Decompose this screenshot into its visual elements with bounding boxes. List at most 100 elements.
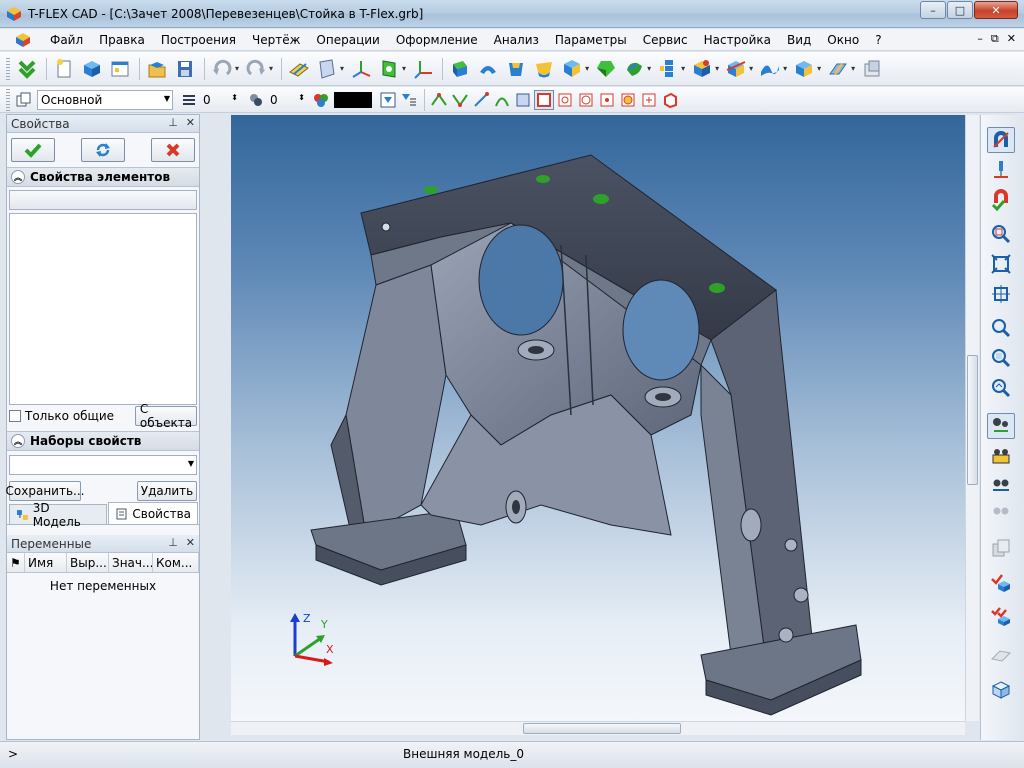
menu-annotation[interactable]: Оформление [388, 29, 486, 51]
pin-icon[interactable]: ⊥ [168, 536, 178, 549]
body-operation-icon[interactable] [689, 56, 715, 82]
from-object-button[interactable]: С объекта [135, 402, 197, 430]
only-common-checkbox[interactable] [9, 410, 21, 422]
select-views-icon[interactable] [660, 90, 680, 110]
menu-drawing[interactable]: Чертёж [244, 29, 308, 51]
workplane-icon[interactable] [286, 56, 312, 82]
vertical-scrollbar[interactable] [965, 115, 979, 721]
command-prompt[interactable]: > [8, 747, 18, 761]
column-expression[interactable]: Выр... [67, 553, 109, 572]
menu-help[interactable]: ? [867, 29, 889, 51]
palette-icon[interactable] [311, 90, 331, 110]
cancel-button[interactable] [151, 138, 195, 162]
close-icon[interactable]: ✕ [186, 116, 195, 129]
rotate-view-icon[interactable] [987, 413, 1015, 439]
tab-3d-model[interactable]: 3D Модель [9, 501, 108, 529]
3d-node-icon[interactable] [348, 56, 374, 82]
orbit-view-icon[interactable] [987, 473, 1015, 499]
color-swatch[interactable] [334, 91, 372, 108]
property-set-select[interactable]: ▼ [9, 455, 197, 475]
sweep-icon[interactable] [531, 56, 557, 82]
loft-icon[interactable] [503, 56, 529, 82]
mdi-close-button[interactable]: ✕ [1007, 32, 1016, 46]
zoom-out-icon[interactable] [987, 345, 1015, 371]
menu-settings[interactable]: Настройка [696, 29, 779, 51]
check-body-icon[interactable] [987, 569, 1015, 595]
undo-icon[interactable] [209, 56, 235, 82]
copy-view-icon[interactable] [987, 535, 1015, 561]
section-plane-icon[interactable] [987, 643, 1015, 669]
maximize-button[interactable]: □ [947, 1, 973, 19]
profile-plane-icon[interactable] [314, 56, 340, 82]
menu-analysis[interactable]: Анализ [486, 29, 547, 51]
element-type-select[interactable] [9, 190, 197, 210]
close-icon[interactable]: ✕ [186, 536, 195, 549]
extrude-icon[interactable] [447, 56, 473, 82]
menu-file[interactable]: Файл [42, 29, 91, 51]
3d-profile-icon[interactable] [376, 56, 402, 82]
menu-parameters[interactable]: Параметры [547, 29, 635, 51]
zoom-previous-icon[interactable] [987, 375, 1015, 401]
select-nodes-icon[interactable] [618, 90, 638, 110]
select-fragments-icon[interactable] [576, 90, 596, 110]
ok-button[interactable] [11, 138, 55, 162]
menu-edit[interactable]: Правка [91, 29, 153, 51]
zoom-in-icon[interactable] [987, 315, 1015, 341]
select-vertices-icon[interactable] [450, 90, 470, 110]
pin-snap-icon[interactable] [987, 157, 1015, 183]
spin-icon[interactable]: ⬍ [231, 93, 238, 102]
pin-icon[interactable]: ⊥ [168, 116, 178, 129]
select-operations-icon[interactable] [555, 90, 575, 110]
select-all-icon[interactable] [639, 90, 659, 110]
save-file-icon[interactable] [172, 56, 198, 82]
open-file-icon[interactable] [144, 56, 170, 82]
redo-icon[interactable] [243, 56, 269, 82]
solid-box-icon[interactable] [791, 56, 817, 82]
horizontal-scroll-thumb[interactable] [523, 723, 681, 734]
select-edges-icon[interactable] [429, 90, 449, 110]
minimize-button[interactable]: – [920, 1, 946, 19]
new-3d-model-icon[interactable] [79, 56, 105, 82]
layer-select[interactable]: Основной ▼ [37, 89, 173, 110]
select-loops-icon[interactable] [597, 90, 617, 110]
menu-construct[interactable]: Построения [153, 29, 244, 51]
document-icon[interactable] [14, 31, 32, 49]
level-field[interactable]: 0 ⬍ [200, 90, 240, 110]
rotate-icon[interactable] [475, 56, 501, 82]
select-bodies-icon[interactable] [534, 89, 554, 110]
look-at-icon[interactable] [987, 499, 1015, 525]
surface-icon[interactable] [757, 56, 783, 82]
cut-body-icon[interactable] [723, 56, 749, 82]
lcs-icon[interactable] [410, 56, 436, 82]
menu-service[interactable]: Сервис [635, 29, 696, 51]
column-comment[interactable]: Ком... [153, 553, 199, 572]
filter-icon[interactable] [378, 90, 398, 110]
3d-viewport[interactable]: Z Y X [231, 115, 965, 721]
shell-icon[interactable] [621, 56, 647, 82]
model-tree-icon[interactable] [859, 56, 885, 82]
array-icon[interactable] [655, 56, 681, 82]
new-file-icon[interactable] [51, 56, 77, 82]
element-properties-list[interactable] [9, 213, 197, 405]
view-cube-icon[interactable] [987, 677, 1015, 703]
element-properties-section[interactable]: ︽ Свойства элементов [7, 167, 199, 187]
toolbar-grip[interactable] [6, 88, 10, 111]
pan-view-icon[interactable] [987, 443, 1015, 469]
refresh-button[interactable] [81, 138, 125, 162]
magnet-check-icon[interactable] [987, 187, 1015, 213]
toolbar-grip[interactable] [6, 57, 10, 80]
menu-view[interactable]: Вид [779, 29, 819, 51]
save-set-button[interactable]: Сохранить... [6, 481, 84, 501]
priority-field[interactable]: 0 ⬍ [267, 90, 307, 110]
filter-list-icon[interactable] [399, 90, 419, 110]
sheet-metal-icon[interactable] [825, 56, 851, 82]
column-value[interactable]: Знач... [109, 553, 153, 572]
select-curves-icon[interactable] [492, 90, 512, 110]
new-drawing-icon[interactable] [107, 56, 133, 82]
layers-icon[interactable] [14, 90, 34, 110]
zoom-window-icon[interactable] [987, 221, 1015, 247]
select-lines-icon[interactable] [471, 90, 491, 110]
property-sets-section[interactable]: ︽ Наборы свойств [7, 431, 199, 451]
vertical-scroll-thumb[interactable] [967, 355, 978, 485]
collapse-chevron-icon[interactable]: ︽ [11, 170, 25, 184]
